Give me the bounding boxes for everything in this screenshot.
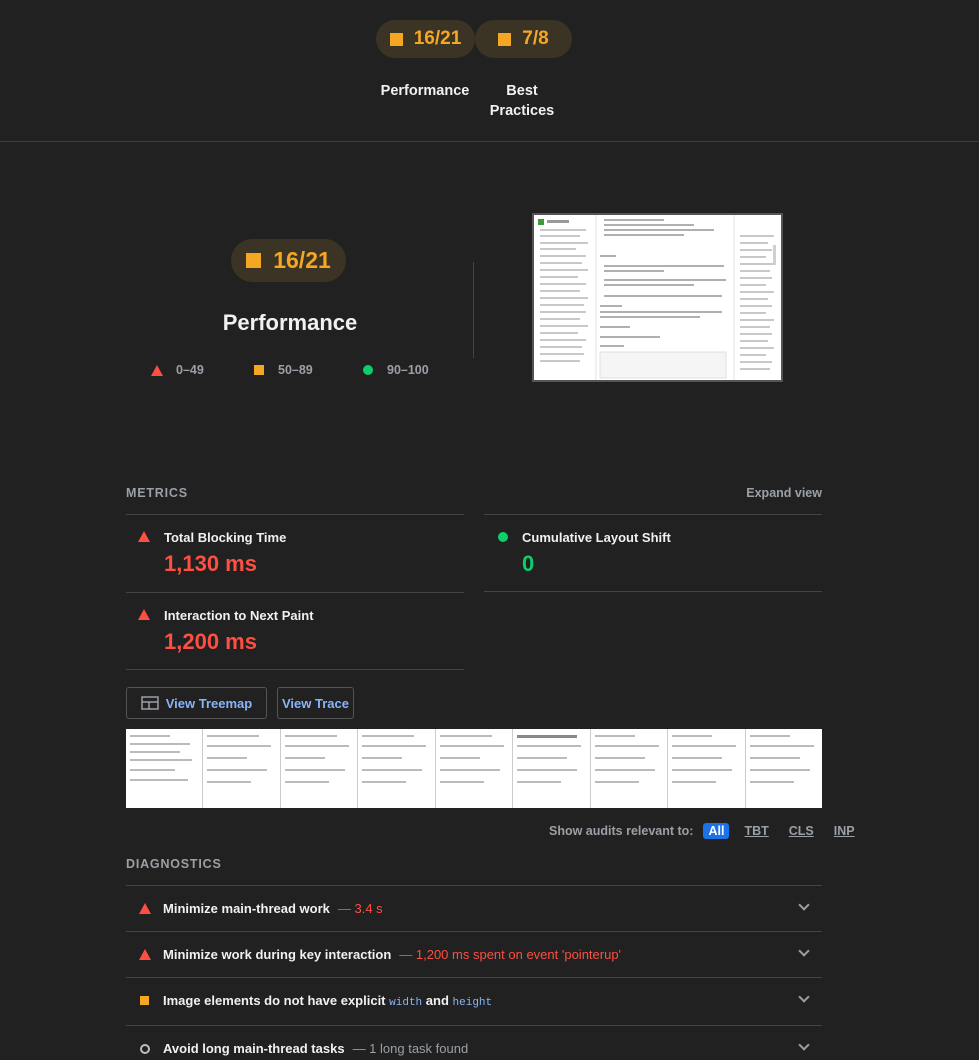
fail-triangle-icon [138,609,150,620]
filmstrip-frame [358,729,436,808]
average-square-icon [246,253,262,268]
fail-triangle-icon [151,364,163,376]
performance-main-score: 16/21 [273,247,331,273]
chevron-down-icon [798,899,810,911]
performance-category-label[interactable]: Performance [370,81,480,101]
chevron-down-icon [798,1039,810,1051]
audit-filter: Show audits relevant to: All TBT CLS INP [549,823,860,839]
performance-score: 16/21 [413,28,462,49]
view-treemap-button[interactable]: View Treemap [126,687,267,719]
divider [484,514,822,515]
best-practices-score: 7/8 [522,28,549,49]
divider [126,514,464,515]
average-square-icon [498,32,512,46]
fail-triangle-icon [138,531,150,542]
legend-average: 50–89 [254,363,313,377]
performance-score-gauge[interactable]: 16/21 [376,20,475,58]
audit-interaction-work[interactable]: Minimize work during key interaction — 1… [126,931,822,977]
view-trace-button[interactable]: View Trace [277,687,354,719]
filmstrip-frame [126,729,204,808]
chevron-down-icon [798,945,810,957]
diagnostics-section-title: DIAGNOSTICS [126,857,222,871]
filter-chip-tbt[interactable]: TBT [739,823,773,839]
average-square-icon [254,365,264,375]
average-square-icon [389,32,403,46]
audit-long-tasks[interactable]: Avoid long main-thread tasks — 1 long ta… [126,1025,822,1060]
legend-fail: 0–49 [151,363,204,377]
filmstrip-frame [203,729,281,808]
chevron-down-icon [798,991,810,1003]
best-practices-category-label[interactable]: Best Practices [482,81,562,121]
divider [484,591,822,592]
filmstrip-frame [745,729,822,808]
legend-pass: 90–100 [363,363,429,377]
filmstrip [126,729,822,808]
pass-circle-icon [363,365,373,375]
fail-triangle-icon [138,949,151,960]
average-square-icon [140,996,149,1005]
filter-chip-all[interactable]: All [703,823,730,839]
treemap-icon [141,696,159,710]
audit-unsized-images[interactable]: Image elements do not have explicit widt… [126,977,822,1023]
divider [126,592,464,593]
audit-mainthread-work[interactable]: Minimize main-thread work — 3.4 s [126,885,822,931]
filmstrip-frame [590,729,669,808]
best-practices-score-gauge[interactable]: 7/8 [475,20,572,58]
filmstrip-frame [280,729,359,808]
fail-triangle-icon [138,903,151,914]
filter-chip-cls[interactable]: CLS [784,823,819,839]
informative-circle-icon [139,1043,150,1054]
performance-main-gauge: 16/21 [231,239,346,282]
expand-view-toggle[interactable]: Expand view [746,486,822,500]
filmstrip-frame [513,729,591,808]
page-preview-image [534,215,781,380]
filmstrip-frame [668,729,746,808]
top-score-bar: 16/21 7/8 Performance Best Practices [0,0,979,142]
divider [126,669,464,670]
final-screenshot-thumbnail[interactable] [532,213,783,382]
performance-title: Performance [222,310,358,335]
filter-chip-inp[interactable]: INP [829,823,860,839]
pass-circle-icon [498,532,508,542]
filmstrip-frame [435,729,514,808]
divider [473,262,474,358]
metrics-section-title: METRICS [126,486,188,500]
